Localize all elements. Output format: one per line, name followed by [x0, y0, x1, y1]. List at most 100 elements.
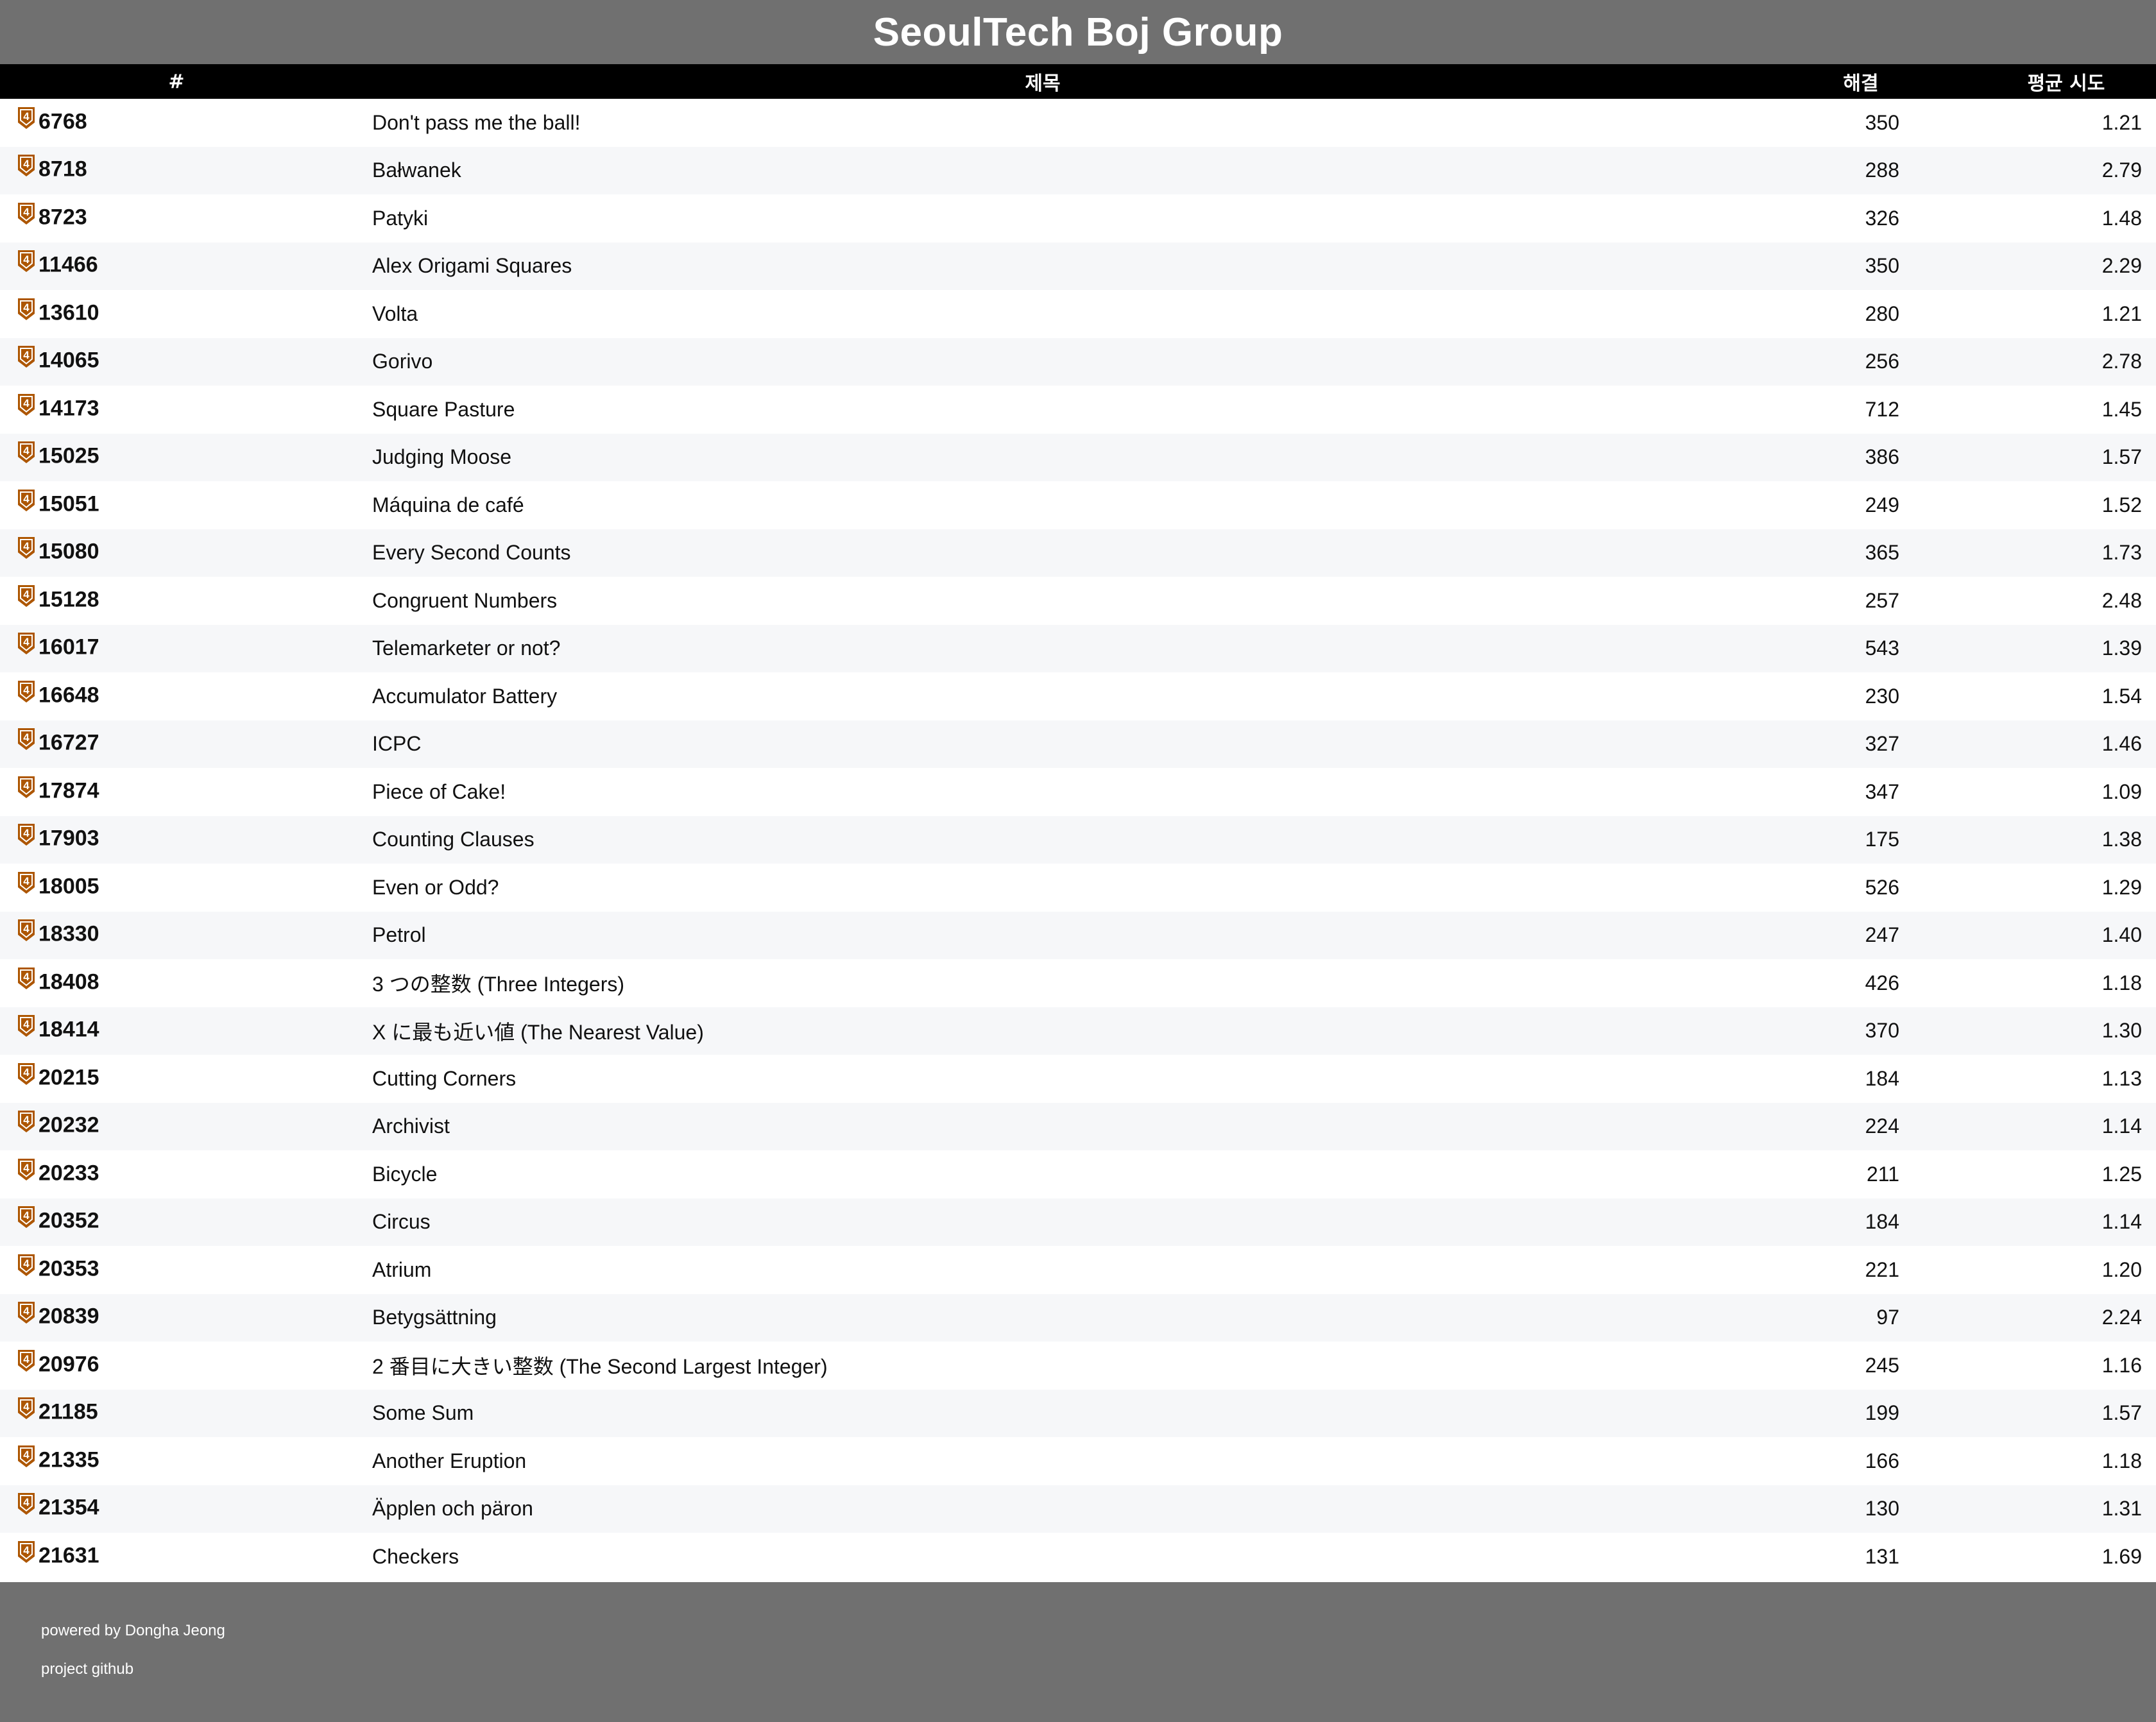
problem-id-link[interactable]: 13610 — [38, 300, 99, 325]
problem-id-link[interactable]: 16648 — [38, 683, 99, 707]
problem-title[interactable]: Telemarketer or not? — [353, 625, 1733, 673]
problem-id-link[interactable]: 18414 — [38, 1018, 99, 1042]
table-row[interactable]: 4 18330 Petrol 247 1.40 — [0, 911, 2156, 960]
problem-title[interactable]: Bicycle — [353, 1150, 1733, 1198]
solved-count: 386 — [1865, 445, 1899, 469]
problem-id-link[interactable]: 21185 — [38, 1400, 98, 1424]
problem-id-link[interactable]: 18005 — [38, 874, 99, 898]
table-row[interactable]: 4 11466 Alex Origami Squares 350 2.29 — [0, 242, 2156, 291]
table-row[interactable]: 4 18005 Even or Odd? 526 1.29 — [0, 864, 2156, 912]
problem-title[interactable]: Don't pass me the ball! — [353, 99, 1733, 147]
table-row[interactable]: 4 20353 Atrium 221 1.20 — [0, 1246, 2156, 1294]
problem-title[interactable]: Máquina de café — [353, 481, 1733, 529]
problem-id-link[interactable]: 18330 — [38, 922, 99, 946]
table-row[interactable]: 4 16648 Accumulator Battery 230 1.54 — [0, 672, 2156, 720]
problem-title[interactable]: Betygsättning — [353, 1294, 1733, 1342]
problem-title[interactable]: Alex Origami Squares — [353, 243, 1733, 291]
table-row[interactable]: 4 21335 Another Eruption 166 1.18 — [0, 1437, 2156, 1485]
problem-id-link[interactable]: 15080 — [38, 540, 99, 564]
problem-title[interactable]: Accumulator Battery — [353, 672, 1733, 720]
table-row[interactable]: 4 15080 Every Second Counts 365 1.73 — [0, 529, 2156, 577]
problem-title[interactable]: Congruent Numbers — [353, 577, 1733, 625]
problem-id-link[interactable]: 15025 — [38, 444, 99, 468]
problem-title[interactable]: Circus — [353, 1198, 1733, 1247]
table-row[interactable]: 4 8718 Bałwanek 288 2.79 — [0, 146, 2156, 195]
problem-id-link[interactable]: 11466 — [38, 253, 98, 277]
table-row[interactable]: 4 15128 Congruent Numbers 257 2.48 — [0, 577, 2156, 625]
problem-title[interactable]: Cutting Corners — [353, 1055, 1733, 1103]
column-header-solved[interactable]: 해결 — [1733, 64, 1912, 99]
table-row[interactable]: 4 6768 Don't pass me the ball! 350 1.21 — [0, 99, 2156, 147]
problem-title[interactable]: 3 つの整数 (Three Integers) — [353, 959, 1733, 1007]
problem-title[interactable]: Petrol — [353, 912, 1733, 960]
problem-id-link[interactable]: 20215 — [38, 1065, 99, 1089]
table-row[interactable]: 4 16727 ICPC 327 1.46 — [0, 720, 2156, 769]
table-row[interactable]: 4 21185 Some Sum 199 1.57 — [0, 1389, 2156, 1438]
table-row[interactable]: 4 8723 Patyki 326 1.48 — [0, 194, 2156, 243]
problem-id-link[interactable]: 15051 — [38, 491, 99, 516]
table-row[interactable]: 4 17874 Piece of Cake! 347 1.09 — [0, 768, 2156, 816]
svg-text:4: 4 — [23, 780, 30, 792]
problem-id-link[interactable]: 21335 — [38, 1447, 99, 1472]
problem-title[interactable]: Even or Odd? — [353, 864, 1733, 912]
problem-id-link[interactable]: 16727 — [38, 731, 99, 755]
problem-id-link[interactable]: 20232 — [38, 1113, 99, 1138]
problem-title[interactable]: Some Sum — [353, 1390, 1733, 1438]
problem-id-link[interactable]: 20839 — [38, 1304, 99, 1329]
problem-id-link[interactable]: 8723 — [38, 205, 87, 229]
problem-title[interactable]: Counting Clauses — [353, 816, 1733, 864]
column-header-id[interactable]: # — [0, 64, 353, 99]
table-row[interactable]: 4 18414 X に最も近い値 (The Nearest Value) 370 1.3… — [0, 1007, 2156, 1055]
problem-id-link[interactable]: 18408 — [38, 969, 99, 994]
table-row[interactable]: 4 20352 Circus 184 1.14 — [0, 1198, 2156, 1247]
problem-id-link[interactable]: 17903 — [38, 826, 99, 851]
problem-title[interactable]: Every Second Counts — [353, 529, 1733, 577]
project-github-link[interactable]: project github — [41, 1660, 133, 1678]
problem-id-link[interactable]: 20233 — [38, 1161, 99, 1185]
problem-id-link[interactable]: 21631 — [38, 1543, 99, 1567]
problem-id-link[interactable]: 21354 — [38, 1496, 99, 1520]
problem-title[interactable]: Atrium — [353, 1246, 1733, 1294]
table-row[interactable]: 4 21631 Checkers 131 1.69 — [0, 1533, 2156, 1581]
table-row[interactable]: 4 17903 Counting Clauses 175 1.38 — [0, 815, 2156, 864]
table-row[interactable]: 4 13610 Volta 280 1.21 — [0, 290, 2156, 338]
table-row[interactable]: 4 20233 Bicycle 211 1.25 — [0, 1150, 2156, 1198]
problem-title[interactable]: Äpplen och päron — [353, 1485, 1733, 1533]
column-header-title[interactable]: 제목 — [353, 64, 1733, 99]
problem-title[interactable]: ICPC — [353, 720, 1733, 769]
problem-id-link[interactable]: 20352 — [38, 1209, 99, 1233]
table-row[interactable]: 4 20215 Cutting Corners 184 1.13 — [0, 1055, 2156, 1103]
table-row[interactable]: 4 20976 2 番目に大きい整数 (The Second Largest Int… — [0, 1342, 2156, 1390]
problem-title[interactable]: Gorivo — [353, 338, 1733, 386]
problem-id-link[interactable]: 6768 — [38, 109, 87, 133]
problem-title[interactable]: 2 番目に大きい整数 (The Second Largest Integer) — [353, 1342, 1733, 1390]
column-header-avg-tries[interactable]: 평균 시도 — [1912, 64, 2156, 99]
problem-title[interactable]: Checkers — [353, 1533, 1733, 1581]
table-row[interactable]: 4 18408 3 つの整数 (Three Integers) 426 1.18 — [0, 959, 2156, 1007]
table-row[interactable]: 4 14173 Square Pasture 712 1.45 — [0, 386, 2156, 434]
problem-id-link[interactable]: 20976 — [38, 1352, 99, 1376]
table-row[interactable]: 4 20232 Archivist 224 1.14 — [0, 1102, 2156, 1151]
problem-title[interactable]: Another Eruption — [353, 1437, 1733, 1485]
problem-title[interactable]: Volta — [353, 290, 1733, 338]
problem-title[interactable]: Judging Moose — [353, 434, 1733, 482]
problem-id-link[interactable]: 17874 — [38, 778, 99, 803]
problem-id-link[interactable]: 20353 — [38, 1256, 99, 1281]
table-row[interactable]: 4 21354 Äpplen och päron 130 1.31 — [0, 1485, 2156, 1533]
table-row[interactable]: 4 16017 Telemarketer or not? 543 1.39 — [0, 624, 2156, 673]
problem-id-link[interactable]: 16017 — [38, 635, 99, 660]
table-row[interactable]: 4 15025 Judging Moose 386 1.57 — [0, 433, 2156, 482]
table-row[interactable]: 4 14065 Gorivo 256 2.78 — [0, 337, 2156, 386]
problem-id-link[interactable]: 14173 — [38, 396, 99, 420]
problem-id-link[interactable]: 14065 — [38, 348, 99, 373]
problem-title[interactable]: Piece of Cake! — [353, 768, 1733, 816]
problem-title[interactable]: Square Pasture — [353, 386, 1733, 434]
problem-title[interactable]: Bałwanek — [353, 147, 1733, 195]
problem-title[interactable]: X に最も近い値 (The Nearest Value) — [353, 1007, 1733, 1055]
problem-id-link[interactable]: 8718 — [38, 157, 87, 182]
table-row[interactable]: 4 20839 Betygsättning 97 2.24 — [0, 1293, 2156, 1342]
problem-title[interactable]: Patyki — [353, 194, 1733, 243]
table-row[interactable]: 4 15051 Máquina de café 249 1.52 — [0, 481, 2156, 529]
problem-id-link[interactable]: 15128 — [38, 587, 99, 611]
problem-title[interactable]: Archivist — [353, 1103, 1733, 1151]
